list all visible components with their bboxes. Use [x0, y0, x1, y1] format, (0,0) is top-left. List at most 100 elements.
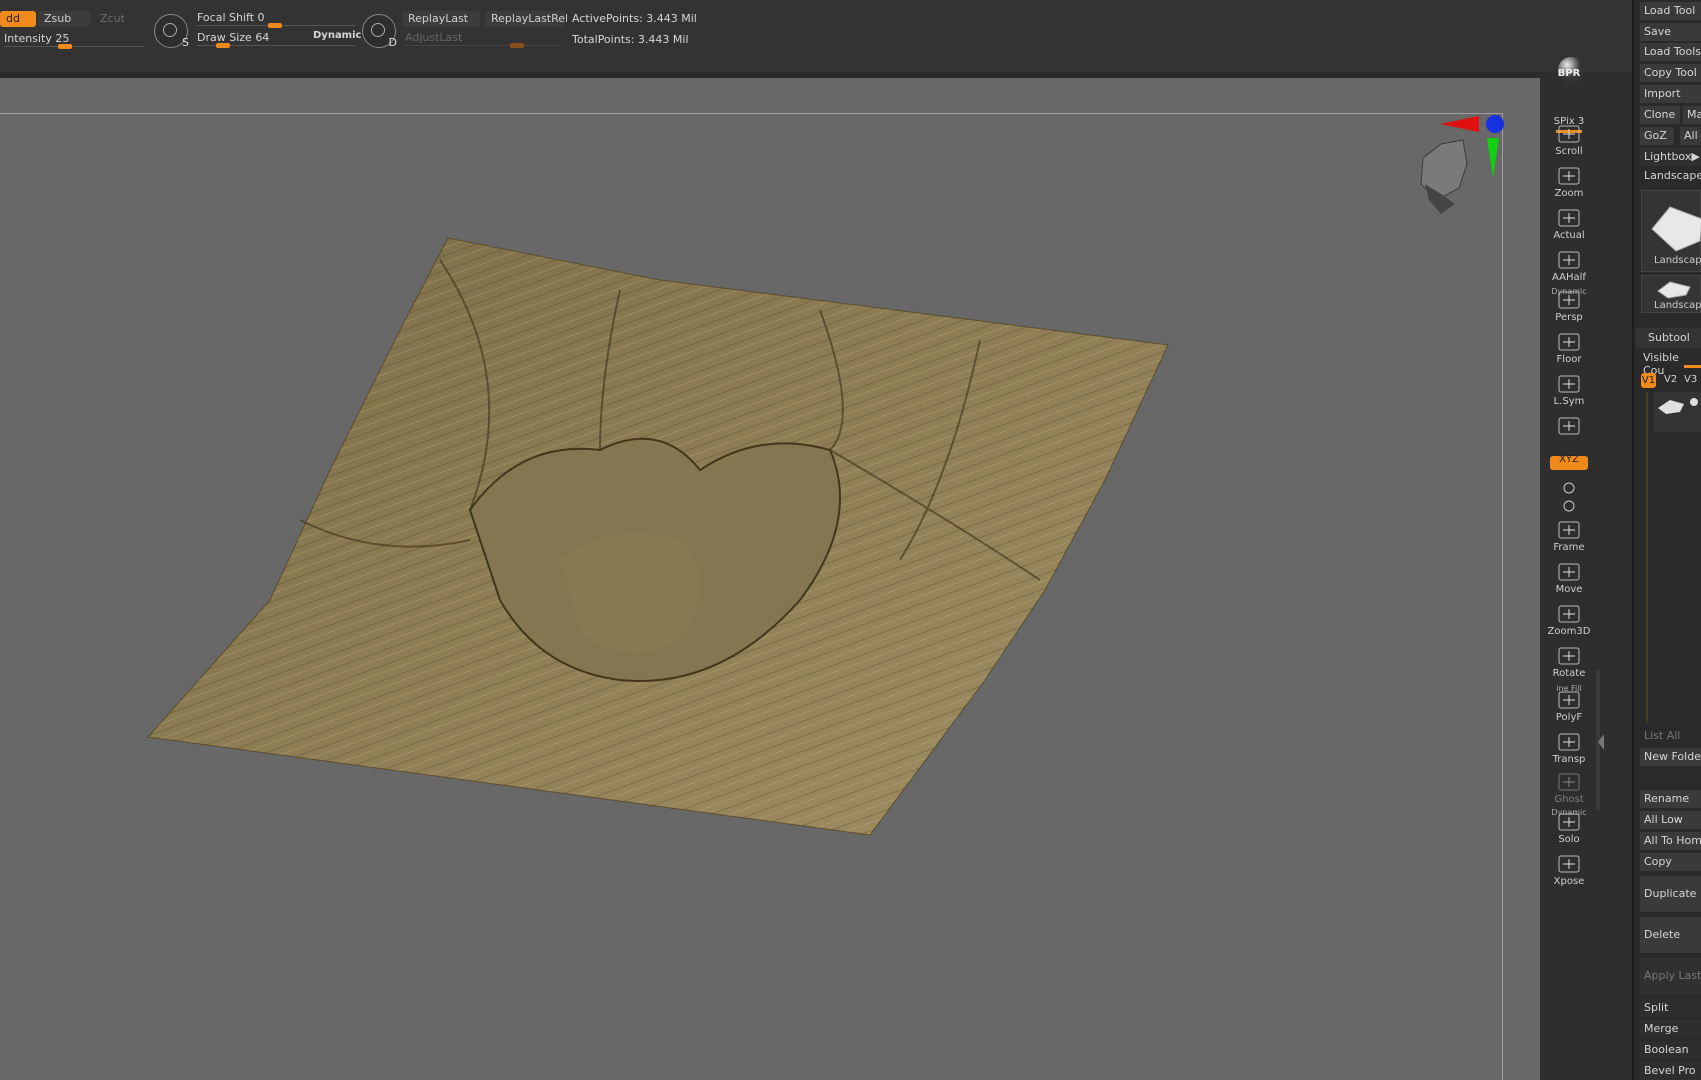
navigation-gizmo[interactable] [1385, 108, 1505, 238]
transparency-icon [1556, 732, 1582, 752]
shelf-small-label: Dynamic [1551, 808, 1587, 817]
shelf-button-transp[interactable]: Transp [1550, 730, 1588, 768]
shelf-label: Xpose [1553, 876, 1585, 887]
new-folder-button[interactable]: New Folde [1640, 748, 1701, 766]
delete-button[interactable]: Delete [1640, 917, 1701, 953]
shelf-label: Transp [1552, 754, 1586, 765]
all-to-home-button[interactable]: All To Hom [1640, 832, 1701, 850]
shelf-button-ghost[interactable]: Ghost [1550, 770, 1588, 808]
xpose-icon [1556, 854, 1582, 874]
x-axis-arrow [1440, 116, 1479, 132]
frame-icon [1556, 520, 1582, 540]
copy-button[interactable]: Copy [1640, 853, 1701, 871]
shelf-label: Floor [1556, 354, 1582, 365]
list-all-button[interactable]: List All [1640, 727, 1701, 745]
make-polymesh-button[interactable]: Ma [1683, 106, 1701, 124]
copy-tool-button[interactable]: Copy Tool [1640, 64, 1701, 82]
subtool-list-item[interactable] [1654, 392, 1701, 432]
z-axis-ball [1486, 115, 1504, 133]
zoom-magnifier-icon [1556, 166, 1582, 186]
shelf-button-move[interactable]: Move [1550, 560, 1588, 598]
visible-count-slider[interactable] [1684, 365, 1701, 368]
landscape-small-icon [1657, 281, 1691, 299]
move-hand-icon [1556, 562, 1582, 582]
shelf-label: AAHalf [1552, 272, 1586, 283]
shelf-button-polyf[interactable]: PolyF [1550, 688, 1588, 726]
shelf-label: Rotate [1552, 668, 1586, 679]
shelf-button-actual[interactable]: Actual [1550, 206, 1588, 244]
shelf-button-zoom[interactable]: Zoom [1550, 164, 1588, 202]
bevel-pro-button[interactable]: Bevel Pro [1640, 1062, 1701, 1080]
shelf-label: Actual [1553, 230, 1585, 241]
tool-thumbnail-large[interactable]: Landscap [1641, 190, 1701, 272]
shelf-label: PolyF [1555, 712, 1583, 723]
subtool-list-scrollbar[interactable] [1646, 392, 1648, 722]
v3-button[interactable]: V3 [1684, 374, 1697, 385]
shelf-button-bpr[interactable]: BPR [1550, 57, 1588, 96]
shelf-label: Ghost [1554, 794, 1584, 805]
duplicate-button[interactable]: Duplicate [1640, 876, 1701, 912]
subtool-title: Subtool [1648, 331, 1690, 344]
collapse-arrow-icon[interactable] [1598, 734, 1604, 750]
subtool-header[interactable]: Subtool [1636, 328, 1701, 348]
lightbox-button[interactable]: Lightbox▶ [1640, 148, 1701, 166]
thumb2-label: Landscap [1654, 300, 1701, 311]
rotate-icon [1556, 646, 1582, 666]
load-tools-button[interactable]: Load Tools [1640, 43, 1701, 61]
shelf-label: BPR [1557, 68, 1581, 79]
shelf-small-label: Dynamic [1551, 287, 1587, 296]
shelf-button-xpose[interactable]: Xpose [1550, 852, 1588, 890]
shelf-label: Frame [1553, 542, 1585, 553]
shelf-button-lock-camera[interactable] [1550, 414, 1588, 452]
ghost-icon [1556, 772, 1582, 792]
shelf-button-l-sym[interactable]: L.Sym [1550, 372, 1588, 410]
v2-button[interactable]: V2 [1664, 374, 1677, 385]
polyframe-icon [1556, 690, 1582, 710]
shelf-button-aahalf[interactable]: AAHalf [1550, 248, 1588, 286]
split-button[interactable]: Split [1640, 999, 1701, 1017]
subtool-thumb-icon [1658, 400, 1684, 414]
shelf-label: Zoom [1554, 188, 1584, 199]
terrain-viewport[interactable] [0, 0, 1540, 1080]
shelf-small-label: ine Fill [1556, 684, 1582, 693]
current-tool-name: Landscape [1640, 167, 1701, 185]
load-tool-button[interactable]: Load Tool [1640, 2, 1701, 20]
import-button[interactable]: Import [1640, 85, 1701, 103]
shelf-label: L.Sym [1553, 396, 1585, 407]
boolean-button[interactable]: Boolean [1640, 1041, 1701, 1059]
local-symmetry-icon [1556, 374, 1582, 394]
landscape-thumbnail-icon [1651, 206, 1701, 252]
shelf-label: Zoom3D [1547, 626, 1591, 637]
scroll-hand-icon [1556, 124, 1582, 144]
actual-magnifier-icon [1556, 208, 1582, 228]
shelf-button-zoom3d[interactable]: Zoom3D [1548, 602, 1590, 640]
aahalf-magnifier-icon [1556, 250, 1582, 270]
subtool-visibility-icon[interactable] [1690, 398, 1698, 406]
goz-all-button[interactable]: All [1680, 127, 1701, 145]
y-axis-arrow [1487, 138, 1499, 178]
goz-button[interactable]: GoZ [1640, 127, 1674, 145]
lock-camera-icon [1556, 416, 1582, 436]
shelf-label: Persp [1555, 312, 1583, 323]
thumb1-label: Landscap [1654, 255, 1701, 266]
shelf-label: Solo [1558, 834, 1580, 845]
merge-button[interactable]: Merge [1640, 1020, 1701, 1038]
shelf-button-rotate[interactable]: Rotate [1550, 644, 1588, 682]
all-low-button[interactable]: All Low [1640, 811, 1701, 829]
shelf-button-scroll[interactable]: Scroll [1550, 122, 1588, 160]
shelf-button-floor[interactable]: Floor [1550, 330, 1588, 368]
floor-grid-icon [1556, 332, 1582, 352]
rename-button[interactable]: Rename [1640, 790, 1701, 808]
clone-button[interactable]: Clone [1640, 106, 1680, 124]
shelf-label: Move [1555, 584, 1583, 595]
zoom3d-icon [1556, 604, 1582, 624]
shelf-label: XYZ [1559, 454, 1579, 465]
terrain-mesh [147, 237, 1169, 836]
save-button[interactable]: Save [1640, 23, 1701, 41]
v1-button[interactable]: V1 [1641, 373, 1656, 388]
shelf-label: Scroll [1555, 146, 1583, 157]
shelf-button-frame[interactable]: Frame [1550, 518, 1588, 556]
tool-thumbnail-small[interactable]: Landscap [1641, 275, 1701, 313]
apply-last-button[interactable]: Apply Last [1640, 958, 1701, 994]
rotate-z-icon [1556, 498, 1582, 518]
